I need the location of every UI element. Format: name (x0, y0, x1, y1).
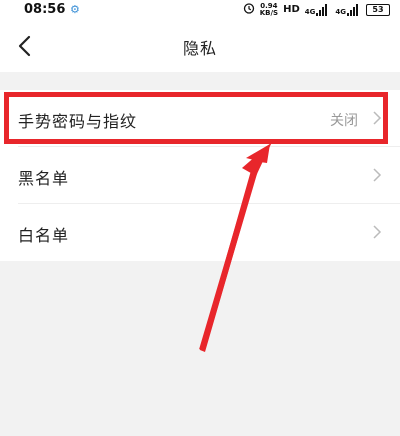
setting-label: 白名单 (18, 226, 70, 245)
setting-label: 黑名单 (18, 169, 70, 188)
page-title: 隐私 (182, 39, 217, 58)
status-time: 08:56 (24, 2, 66, 17)
alarm-icon (243, 2, 255, 17)
signal-bars-icon (347, 3, 361, 16)
setting-gesture-password-fingerprint[interactable]: 手势密码与指纹 关闭 (0, 90, 400, 147)
battery-icon: 53 (366, 3, 390, 16)
signal-2: 4G (335, 3, 361, 16)
signal-1-label: 4G (304, 7, 316, 16)
setting-status: 关闭 (330, 113, 358, 129)
signal-1: 4G (304, 3, 331, 16)
signal-2-label: 4G (335, 7, 346, 16)
chevron-right-icon (373, 168, 382, 182)
setting-label: 手势密码与指纹 (18, 112, 138, 131)
net-speed: 0.94 KB/S (259, 2, 279, 17)
chevron-right-icon (373, 225, 382, 239)
net-speed-unit: KB/S (259, 8, 279, 17)
signal-bars-icon (316, 3, 330, 16)
privacy-settings-list: 手势密码与指纹 关闭 黑名单 白名单 (0, 90, 400, 261)
chevron-right-icon (373, 111, 382, 125)
hd-badge: HD (283, 4, 300, 15)
setting-blacklist[interactable]: 黑名单 (0, 147, 400, 204)
status-bar: 08:56 ⚙ 0.94 KB/S HD 4G 4G 53 (0, 0, 400, 20)
notification-icon: ⚙ (70, 3, 80, 16)
setting-whitelist[interactable]: 白名单 (0, 204, 400, 261)
nav-bar: 隐私 (0, 20, 400, 72)
status-right: 0.94 KB/S HD 4G 4G 53 (243, 2, 390, 17)
